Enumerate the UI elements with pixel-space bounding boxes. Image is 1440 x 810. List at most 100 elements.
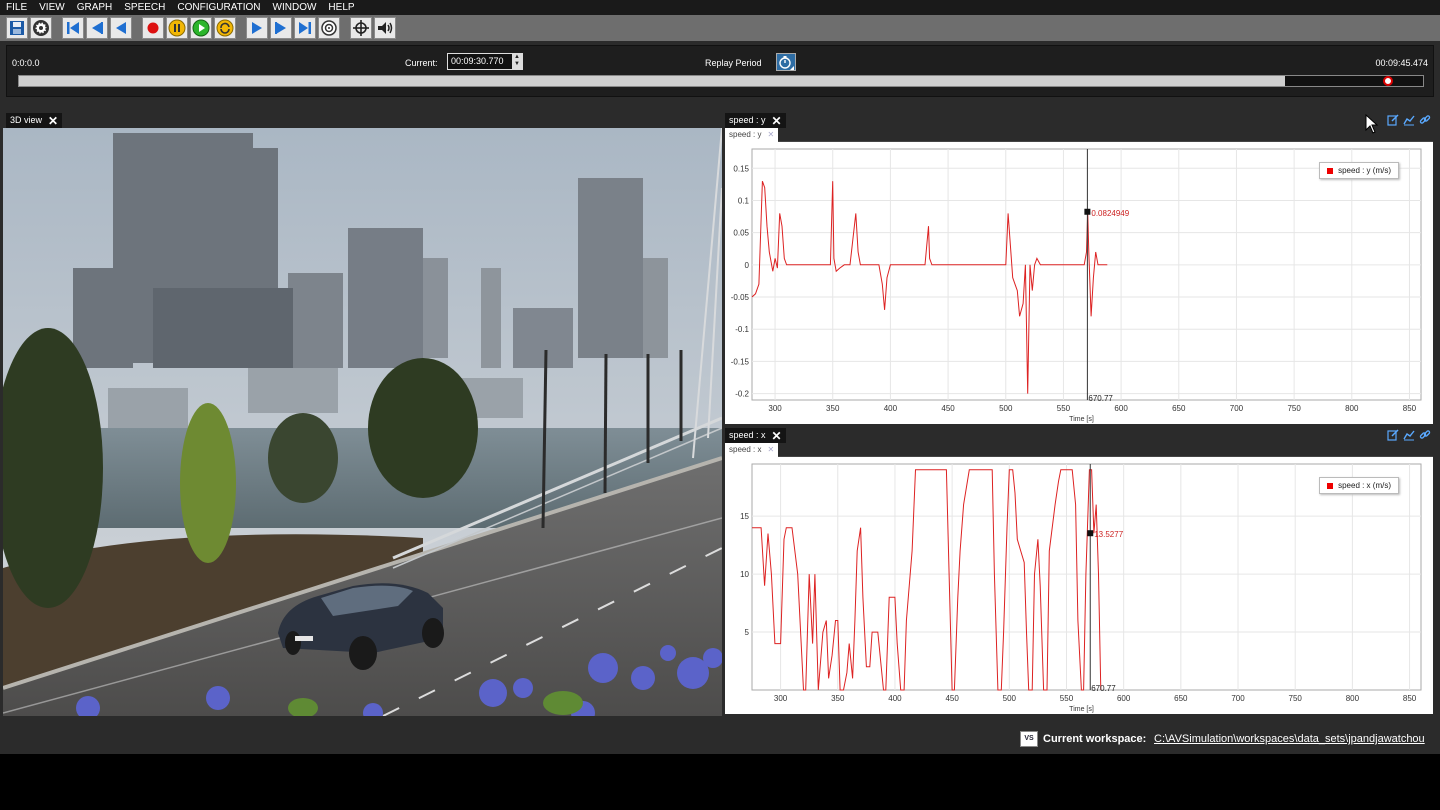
subtab-speed-x-label: speed : x [729, 445, 762, 454]
x-tick-label: 850 [1403, 694, 1417, 703]
link-icon[interactable] [1419, 429, 1431, 441]
x-tick-label: 350 [826, 404, 840, 413]
edit-icon[interactable] [1387, 114, 1399, 126]
cursor-time-label: 670.77 [1088, 394, 1113, 403]
y-tick-label: 0.15 [733, 164, 749, 173]
time-spinner[interactable]: ▲ ▼ [512, 54, 522, 69]
loop-button[interactable] [214, 17, 236, 39]
y-tick-label: 0.1 [738, 196, 750, 205]
graph-body: 300 350 400 450 500 550 600 650 700 750 800 850 0.15… [725, 142, 1433, 424]
step-back-icon [92, 22, 103, 34]
save-icon [10, 21, 24, 35]
current-time-value: 00:09:30.770 [451, 56, 504, 66]
status-bar: VS Current workspace: C:\AVSimulation\wo… [0, 726, 1440, 754]
x-tick-label: 800 [1345, 404, 1359, 413]
step-forward-icon [275, 22, 286, 34]
graph-subtab-bar: speed : x ✕ [725, 443, 1433, 457]
close-icon[interactable]: ✕ [767, 443, 774, 457]
settings-button[interactable] [30, 17, 52, 39]
crosshair-button[interactable] [350, 17, 372, 39]
legend-label: speed : x (m/s) [1338, 481, 1391, 490]
tab-speed-x-label: speed : x [729, 430, 766, 440]
x-tick-label: 700 [1231, 694, 1245, 703]
play-button[interactable] [190, 17, 212, 39]
menu-speech[interactable]: SPEECH [118, 0, 171, 15]
x-tick-label: 500 [1003, 694, 1017, 703]
x-tick-label: 450 [945, 694, 959, 703]
stopwatch-icon [779, 56, 794, 70]
x-tick-label: 850 [1403, 404, 1417, 413]
menu-configuration[interactable]: CONFIGURATION [171, 0, 266, 15]
menu-graph[interactable]: GRAPH [71, 0, 119, 15]
toolbar [0, 15, 1440, 41]
subtab-speed-x[interactable]: speed : x ✕ [725, 443, 779, 457]
play-backward-button[interactable] [110, 17, 132, 39]
close-icon[interactable]: ✕ [48, 115, 58, 127]
timeline-start-time: 0:0:0.0 [12, 58, 40, 68]
subtab-speed-y[interactable]: speed : y ✕ [725, 128, 779, 142]
link-icon[interactable] [1419, 114, 1431, 126]
graph-subtab-bar: speed : y ✕ [725, 128, 1433, 142]
speed-x-chart[interactable]: 300 350 400 450 500 550 600 650 700 750 800 850 15 10… [725, 457, 1433, 714]
tab-speed-y[interactable]: speed : y ✕ [725, 113, 786, 128]
pause-button[interactable] [166, 17, 188, 39]
x-tick-label: 400 [884, 404, 898, 413]
y-tick-label: -0.1 [735, 325, 749, 334]
legend-swatch [1327, 167, 1334, 174]
replay-period-button[interactable] [776, 53, 796, 71]
x-tick-label: 550 [1060, 694, 1074, 703]
play-forward-button[interactable] [246, 17, 268, 39]
target-settings-button[interactable] [318, 17, 340, 39]
step-forward-button[interactable] [270, 17, 292, 39]
settings-gear-icon [33, 20, 49, 36]
timeline-panel: 0:0:0.0 Current: 00:09:30.770 ▲ ▼ Replay … [6, 45, 1434, 97]
tab-3d-view[interactable]: 3D view ✕ [6, 113, 63, 128]
speed-y-chart[interactable]: 300 350 400 450 500 550 600 650 700 750 800 850 0.15… [725, 142, 1433, 424]
close-icon[interactable]: ✕ [767, 128, 774, 142]
plot-area [751, 463, 1422, 691]
y-tick-label: 5 [745, 628, 750, 637]
x-axis-label: Time [s] [1069, 416, 1094, 423]
x-tick-label: 700 [1230, 404, 1244, 413]
y-tick-label: -0.2 [735, 390, 749, 399]
x-tick-label: 300 [774, 694, 788, 703]
chart-settings-icon[interactable] [1403, 429, 1415, 441]
current-time-input[interactable]: 00:09:30.770 ▲ ▼ [447, 53, 523, 70]
record-button[interactable] [142, 17, 164, 39]
menu-window[interactable]: WINDOW [267, 0, 323, 15]
menu-help[interactable]: HELP [322, 0, 360, 15]
plot-area [751, 148, 1422, 401]
skip-to-end-icon [299, 22, 311, 34]
x-tick-label: 550 [1057, 404, 1071, 413]
save-button[interactable] [6, 17, 28, 39]
x-tick-label: 600 [1114, 404, 1128, 413]
legend-label: speed : y (m/s) [1338, 166, 1391, 175]
step-back-button[interactable] [86, 17, 108, 39]
graph-header: speed : x ✕ [725, 428, 1433, 443]
skip-to-end-button[interactable] [294, 17, 316, 39]
3d-scene-viewport[interactable] [3, 128, 722, 716]
close-icon[interactable]: ✕ [772, 115, 782, 127]
workspace-icon: VS [1020, 731, 1038, 747]
timeline-slider[interactable] [18, 75, 1424, 87]
edit-icon[interactable] [1387, 429, 1399, 441]
y-tick-label: -0.05 [731, 293, 750, 302]
workspace-path-link[interactable]: C:\AVSimulation\workspaces\data_sets\jpa… [1154, 733, 1425, 745]
tab-speed-x[interactable]: speed : x ✕ [725, 428, 786, 443]
menu-file[interactable]: FILE [0, 0, 33, 15]
skip-to-start-button[interactable] [62, 17, 84, 39]
target-settings-icon [321, 20, 337, 36]
menu-view[interactable]: VIEW [33, 0, 71, 15]
play-backward-icon [116, 22, 126, 34]
cursor-value-label: 13.5277 [1094, 530, 1123, 539]
close-icon[interactable]: ✕ [772, 430, 782, 442]
graph-header: speed : y ✕ [725, 113, 1433, 128]
chart-settings-icon[interactable] [1403, 114, 1415, 126]
graph-panel-speed-y: speed : y ✕ speed : y ✕ 300 350 400 450 500 5… [725, 113, 1433, 424]
speaker-button[interactable] [374, 17, 396, 39]
timeline-slider-handle[interactable] [1382, 76, 1393, 86]
x-tick-label: 350 [831, 694, 845, 703]
current-time-label: Current: [405, 58, 438, 68]
y-tick-label: 0.05 [733, 229, 749, 238]
graph-panel-speed-x: speed : x ✕ speed : x ✕ 300 350 400 450 500 5… [725, 428, 1433, 714]
